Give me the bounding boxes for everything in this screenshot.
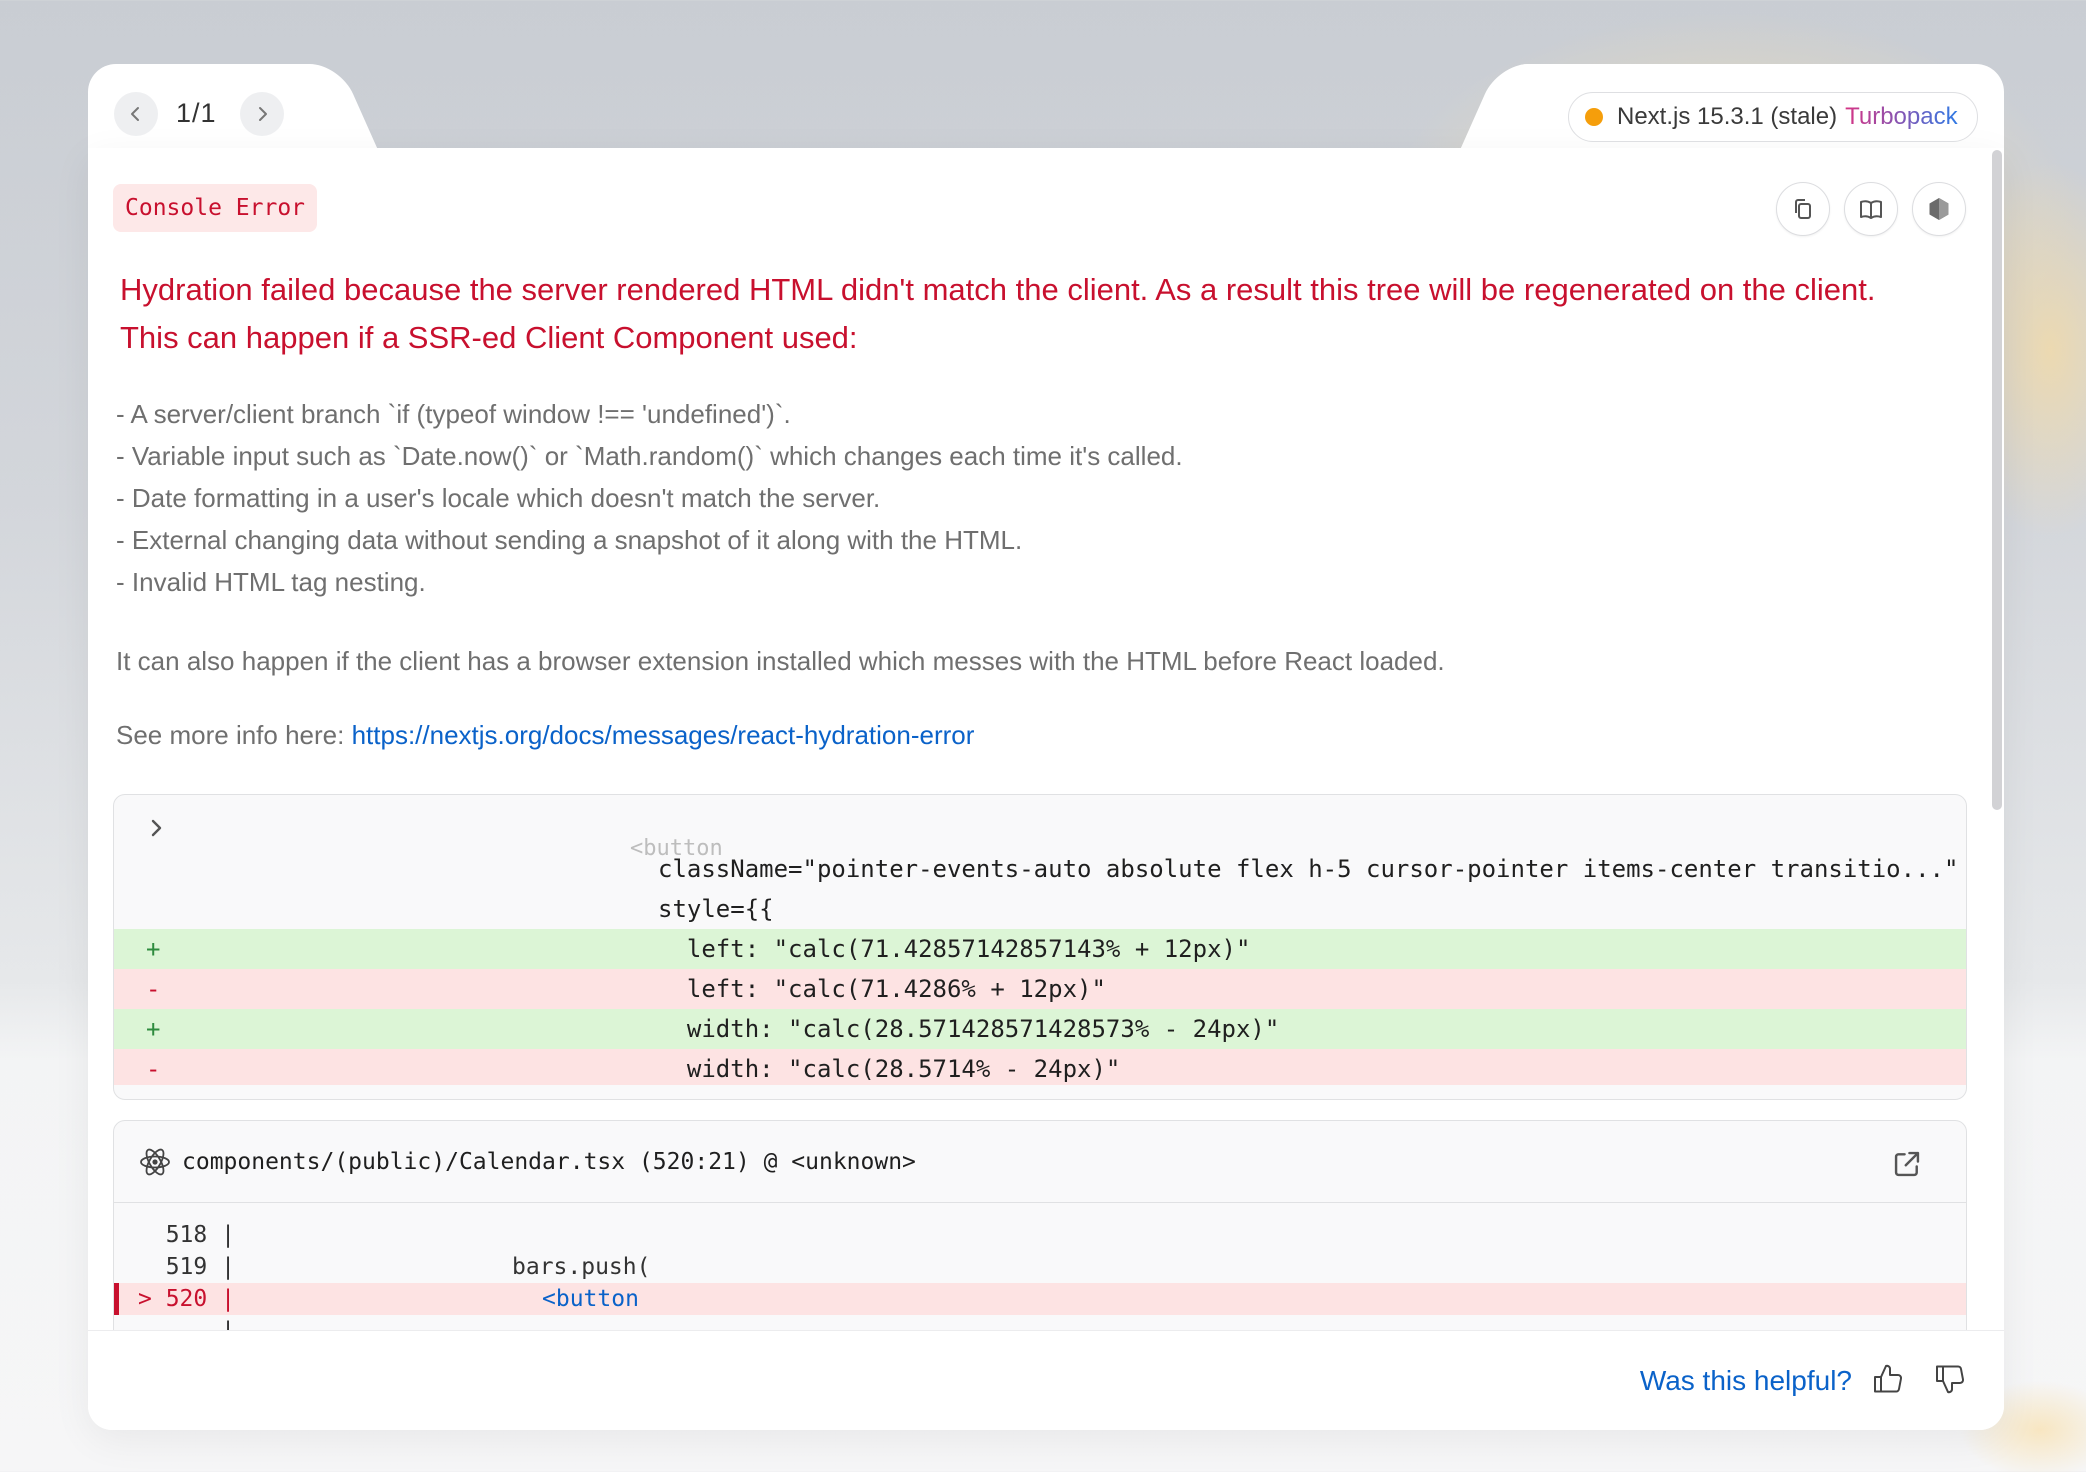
copy-icon [1795, 199, 1811, 219]
cause-item: - External changing data without sending… [116, 525, 1023, 555]
diff-line-removed: - left: "calc(71.4286% + 12px)" [114, 969, 1966, 1009]
headline-line-1: Hydration failed because the server rend… [120, 272, 1876, 307]
line-number: 519 | [138, 1254, 235, 1280]
cause-item: - Variable input such as `Date.now()` or… [116, 441, 1183, 471]
version-label: Next.js 15.3.1 (stale) [1617, 103, 1838, 130]
copy-error-button[interactable] [1776, 182, 1830, 236]
error-headline: Hydration failed because the server rend… [120, 266, 1990, 362]
chevron-left-icon [131, 107, 139, 121]
diff-line: style={{ [114, 889, 1966, 929]
diff-code: width: "calc(28.5714% - 24px)" [658, 1055, 1121, 1083]
docs-button[interactable] [1844, 182, 1898, 236]
line-text: <button [542, 1286, 639, 1312]
line-number: 518 | [138, 1222, 235, 1248]
react-icon [140, 1148, 170, 1175]
diff-scroll-area[interactable]: <button className="pointer-events-auto a… [114, 795, 1966, 1085]
code-line: 518 | [114, 1219, 1966, 1251]
code-line: 519 | bars.push( [114, 1251, 1966, 1283]
diff-code: left: "calc(71.42857142857143% + 12px)" [658, 935, 1251, 963]
cause-item: - Invalid HTML tag nesting. [116, 567, 426, 597]
book-icon [1860, 200, 1882, 219]
scrollbar[interactable] [1992, 150, 2002, 810]
code-frame-header: components/(public)/Calendar.tsx (520:21… [114, 1121, 1966, 1203]
nodejs-icon [1929, 198, 1949, 220]
diff-line-added: + left: "calc(71.42857142857143% + 12px)… [114, 929, 1966, 969]
see-more-prefix: See more info here: [116, 720, 352, 750]
line-text: bars.push( [512, 1254, 651, 1280]
source-file-path: components/(public)/Calendar.tsx (520:21… [182, 1148, 916, 1175]
hydration-diff-panel: <button className="pointer-events-auto a… [113, 794, 1967, 1100]
diff-code: style={{ [658, 895, 774, 923]
diff-sign: + [146, 935, 161, 963]
chevron-right-icon [259, 107, 267, 121]
thumbs-up-icon[interactable] [1870, 1361, 1906, 1397]
thumbs-down-icon[interactable] [1932, 1361, 1968, 1397]
cause-item: - A server/client branch `if (typeof win… [116, 399, 791, 429]
open-in-editor-icon[interactable] [1890, 1147, 1924, 1181]
diff-sign: - [146, 1055, 161, 1083]
headline-line-2: This can happen if a SSR-ed Client Compo… [120, 320, 858, 355]
cause-list: - A server/client branch `if (typeof win… [116, 393, 1183, 603]
cause-item: - Date formatting in a user's locale whi… [116, 483, 881, 513]
docs-link[interactable]: https://nextjs.org/docs/messages/react-h… [352, 720, 975, 750]
feedback-footer: Was this helpful? [88, 1330, 2004, 1430]
diff-code: left: "calc(71.4286% + 12px)" [658, 975, 1106, 1003]
diff-line-added: + width: "calc(28.571428571428573% - 24p… [114, 1009, 1966, 1049]
see-more-text: See more info here: https://nextjs.org/d… [116, 720, 974, 751]
extension-note: It can also happen if the client has a b… [116, 646, 1445, 676]
line-number: > 520 | [138, 1286, 235, 1312]
version-indicator[interactable]: Next.js 15.3.1 (stale) Turbopack [1568, 92, 1978, 142]
next-error-button[interactable] [240, 92, 284, 136]
code-line-highlighted: > 520 | <button [114, 1283, 1966, 1315]
bundler-label: Turbopack [1845, 103, 1958, 130]
diff-sign: - [146, 975, 161, 1003]
diff-line: className="pointer-events-auto absolute … [114, 849, 1966, 889]
diff-line-removed: - width: "calc(28.5714% - 24px)" [114, 1049, 1966, 1085]
feedback-question: Was this helpful? [1639, 1365, 1852, 1396]
error-type-badge: Console Error [113, 184, 318, 232]
previous-error-button[interactable] [114, 92, 158, 136]
diff-code: width: "calc(28.571428571428573% - 24px)… [658, 1015, 1280, 1043]
diff-sign: + [146, 1015, 161, 1043]
error-counter: 1/1 [176, 98, 217, 128]
stale-status-dot [1585, 108, 1603, 126]
diff-code: className="pointer-events-auto absolute … [658, 855, 1959, 883]
node-inspector-button[interactable] [1912, 182, 1966, 236]
